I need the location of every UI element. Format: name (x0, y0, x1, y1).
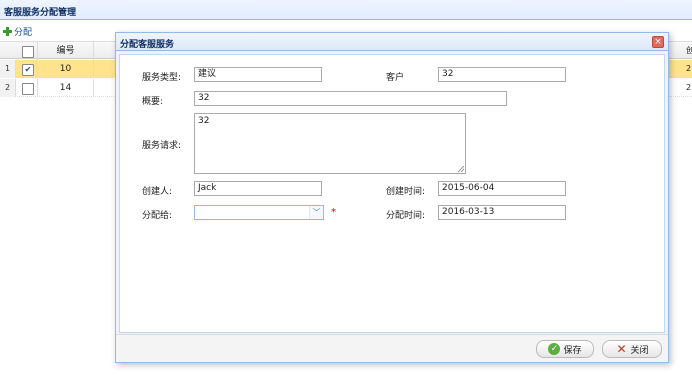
dropdown-arrow-icon[interactable]: ﹀ (309, 206, 323, 219)
request-textarea[interactable]: 32 (194, 113, 466, 174)
assign-to-combobox[interactable]: ﹀ (194, 205, 324, 220)
cell-id: 14 (38, 79, 94, 97)
row-checkbox-cell[interactable]: ✔ (16, 60, 38, 78)
request-label: 服务请求: (142, 141, 182, 151)
cell-id: 10 (38, 60, 94, 78)
dialog-footer: ✓ 保存 ✕ 关闭 (116, 334, 668, 362)
assign-button-label: 分配 (14, 27, 33, 38)
row-number: 1 (0, 60, 16, 78)
assign-button[interactable]: 分配 (3, 24, 32, 38)
creator-field[interactable]: Jack (194, 181, 322, 196)
dialog-title: 分配客服服务 (120, 40, 175, 50)
cell-partial: 2 (686, 83, 692, 92)
close-icon[interactable]: × (652, 36, 664, 48)
cancel-icon: ✕ (616, 342, 627, 356)
create-time-label: 创建时间: (386, 187, 426, 197)
create-time-field[interactable]: 2015-06-04 (438, 181, 566, 196)
assign-to-label: 分配给: (142, 211, 173, 221)
service-type-label: 服务类型: (142, 73, 182, 83)
column-header-partial: 创 (686, 46, 692, 55)
resize-grip-icon[interactable] (458, 166, 464, 172)
assign-time-label: 分配时间: (386, 211, 426, 221)
save-button-label: 保存 (563, 345, 582, 356)
customer-label: 客户 (386, 73, 405, 83)
dialog-header: 分配客服服务 × (116, 33, 668, 51)
check-icon: ✓ (548, 343, 561, 355)
plus-icon (3, 26, 12, 36)
required-mark: * (331, 207, 336, 218)
assign-service-dialog: 分配客服服务 × 服务类型: 建议 客户 32 概要: 32 服务请求: 32 … (115, 32, 669, 363)
header-checkbox-cell[interactable] (16, 42, 38, 60)
row-checkbox-cell[interactable] (16, 79, 38, 97)
close-button-label: 关闭 (630, 345, 649, 356)
summary-field[interactable]: 32 (194, 91, 507, 106)
dialog-body: 服务类型: 建议 客户 32 概要: 32 服务请求: 32 创建人: Jack… (119, 54, 665, 333)
cell-partial: 2 (686, 64, 692, 73)
save-button[interactable]: ✓ 保存 (536, 340, 594, 358)
summary-label: 概要: (142, 97, 164, 107)
row-number: 2 (0, 79, 16, 97)
checkbox-icon[interactable] (22, 46, 34, 58)
panel-title: 客服服务分配管理 (4, 8, 77, 18)
checkbox-icon[interactable]: ✔ (22, 64, 34, 76)
close-button[interactable]: ✕ 关闭 (602, 340, 662, 358)
panel-header (0, 0, 692, 20)
creator-label: 创建人: (142, 187, 173, 197)
checkbox-icon[interactable] (22, 83, 34, 95)
customer-field[interactable]: 32 (438, 67, 566, 82)
column-header-id[interactable]: 编号 (38, 42, 94, 60)
assign-time-field[interactable]: 2016-03-13 (438, 205, 566, 220)
service-type-field[interactable]: 建议 (194, 67, 322, 82)
request-text: 32 (198, 116, 210, 126)
